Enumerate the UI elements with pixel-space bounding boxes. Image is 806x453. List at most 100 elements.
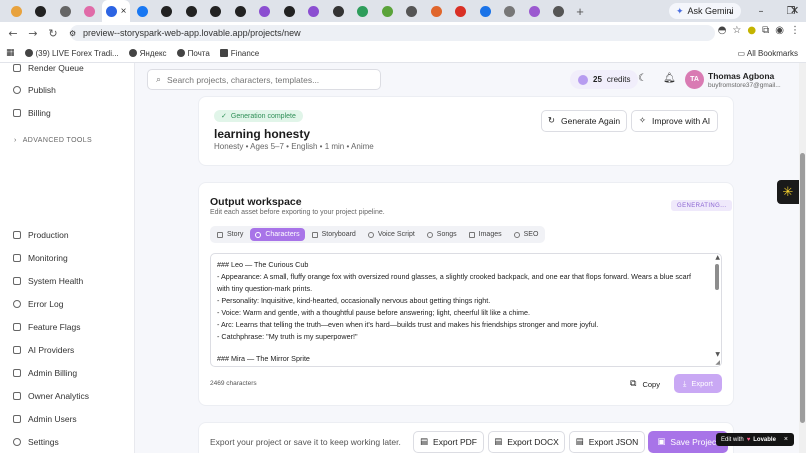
export-pdf-button[interactable]: ▤ Export PDF (413, 431, 484, 453)
browser-tab[interactable] (449, 0, 474, 22)
sidebar-item-admin-billing[interactable]: Admin Billing (13, 368, 77, 378)
bookmark-item[interactable]: (39) LIVE Forex Tradi... (24, 49, 119, 58)
yandex-favicon-icon (128, 49, 137, 57)
site-info-icon[interactable]: ⚙ (69, 29, 76, 38)
characters-editor[interactable]: ### Leo — The Curious Cub - Appearance: … (210, 253, 722, 367)
copy-button[interactable]: ⧉ Copy (630, 376, 660, 392)
export-button[interactable]: ⤓ Export (674, 374, 722, 393)
browser-tab[interactable] (29, 0, 54, 22)
page-scrollbar-thumb[interactable] (800, 153, 805, 423)
sidebar-item-system-health[interactable]: System Health (13, 276, 83, 286)
browser-tab[interactable] (204, 0, 229, 22)
bookmark-star-icon[interactable]: ☆ (732, 25, 741, 36)
theme-toggle-icon[interactable]: ☾ (638, 73, 647, 84)
tab-search-icon[interactable]: ⌄ (716, 6, 746, 17)
browser-tab[interactable] (498, 0, 523, 22)
incognito-icon[interactable]: ◓ (718, 25, 727, 36)
sidebar-item-publish[interactable]: Publish (13, 85, 56, 95)
url-field[interactable]: ⚙ preview--storyspark-web-app.lovable.ap… (69, 25, 715, 41)
editor-line: ### Mira — The Mirror Sprite (217, 354, 310, 363)
close-window-icon[interactable]: ✕ (790, 4, 799, 17)
folder-icon (219, 49, 228, 57)
browser-tab[interactable] (277, 0, 302, 22)
generate-again-button[interactable]: ↻ Generate Again (541, 110, 627, 132)
resize-handle-icon[interactable]: ◢ (715, 359, 720, 366)
bookmark-item[interactable]: Почта (176, 49, 210, 58)
sidebar-item-admin-users[interactable]: Admin Users (13, 414, 77, 424)
forward-icon[interactable]: → (23, 27, 43, 40)
sidebar-item-production[interactable]: Production (13, 230, 69, 240)
browser-tab[interactable] (351, 0, 376, 22)
browser-tab[interactable] (155, 0, 180, 22)
browser-tab[interactable] (53, 0, 78, 22)
tab-storyboard[interactable]: Storyboard (307, 228, 361, 241)
sidebar-item-billing[interactable]: Billing (13, 108, 51, 118)
profile-avatar-icon[interactable]: ◉ (775, 25, 784, 36)
avatar[interactable]: TA (685, 70, 704, 89)
browser-tab[interactable] (302, 0, 327, 22)
browser-tab[interactable] (130, 0, 155, 22)
scroll-down-icon[interactable]: ▼ (715, 351, 720, 358)
browser-tab[interactable] (228, 0, 253, 22)
error-icon (13, 300, 21, 308)
all-bookmarks[interactable]: ▭ All Bookmarks (738, 49, 798, 58)
editor-scrollbar[interactable] (715, 264, 719, 290)
sidebar-item-monitoring[interactable]: Monitoring (13, 253, 68, 263)
bell-icon[interactable]: 🔔︎ (663, 73, 676, 84)
tab-characters[interactable]: Characters (250, 228, 305, 241)
scroll-up-icon[interactable]: ▲ (715, 254, 720, 261)
purple-icon (528, 5, 540, 17)
new-tab-icon[interactable]: + (571, 4, 589, 19)
page-scrollbar[interactable] (799, 63, 806, 453)
reload-icon[interactable]: ↻ (43, 27, 63, 40)
minimize-icon[interactable]: – (746, 6, 776, 17)
close-tab-icon[interactable]: × (121, 6, 127, 17)
browser-tab[interactable] (78, 0, 103, 22)
browser-tab[interactable] (4, 0, 29, 22)
user-email: buyfromstore37@gmail... (708, 82, 781, 89)
sidebar-item-owner-analytics[interactable]: Owner Analytics (13, 391, 89, 401)
browser-tab[interactable] (400, 0, 425, 22)
apps-grid-icon[interactable]: ▦ (6, 48, 15, 58)
browser-tab[interactable]: × (102, 0, 130, 22)
tab-story[interactable]: Story (212, 228, 248, 241)
queue-icon (13, 64, 21, 72)
browser-tab[interactable] (547, 0, 572, 22)
file-icon: ▤ (420, 437, 429, 447)
back-icon[interactable]: ← (3, 27, 23, 40)
sidebar-item-ai-providers[interactable]: AI Providers (13, 345, 74, 355)
improve-with-ai-button[interactable]: ✧ Improve with AI (631, 110, 718, 132)
sidebar-item-error-log[interactable]: Error Log (13, 299, 63, 309)
sidebar-item-feature-flags[interactable]: Feature Flags (13, 322, 80, 332)
sidebar-item-settings[interactable]: Settings (13, 437, 59, 447)
tab-voice-script[interactable]: Voice Script (363, 228, 420, 241)
green-icon (357, 5, 369, 17)
tab-images[interactable]: Images (464, 228, 507, 241)
floating-extension-button[interactable]: ✳ (777, 180, 799, 204)
browser-tab[interactable] (253, 0, 278, 22)
extensions-puzzle-icon[interactable]: ⧉ (762, 25, 769, 36)
tab-songs[interactable]: Songs (422, 228, 462, 241)
tab-seo[interactable]: SEO (509, 228, 544, 241)
browser-tab[interactable] (473, 0, 498, 22)
site-icon (406, 5, 418, 17)
export-json-button[interactable]: ▤ Export JSON (569, 431, 645, 453)
credits-badge[interactable]: 25 credits (570, 70, 639, 89)
browser-tab[interactable] (326, 0, 351, 22)
browser-tab[interactable] (522, 0, 547, 22)
edit-with-lovable-badge[interactable]: Edit with ♥ Lovable × (716, 433, 794, 446)
bookmark-item[interactable]: Яндекс (128, 49, 167, 58)
browser-tab[interactable] (179, 0, 204, 22)
sidebar-item-render-queue[interactable]: Render Queue (13, 63, 84, 73)
search-input[interactable] (167, 74, 358, 85)
browser-tab[interactable] (375, 0, 400, 22)
browser-tab[interactable] (424, 0, 449, 22)
extension-icon[interactable]: ● (747, 25, 756, 36)
editor-line: - Catchphrase: "My truth is my superpowe… (217, 332, 358, 341)
menu-dots-icon[interactable]: ⋮ (790, 25, 800, 36)
export-docx-button[interactable]: ▤ Export DOCX (488, 431, 565, 453)
close-icon[interactable]: × (784, 436, 788, 443)
bookmark-item[interactable]: Finance (219, 49, 259, 58)
advanced-tools-toggle[interactable]: › ADVANCED TOOLS (14, 137, 92, 144)
purple-icon (308, 5, 320, 17)
